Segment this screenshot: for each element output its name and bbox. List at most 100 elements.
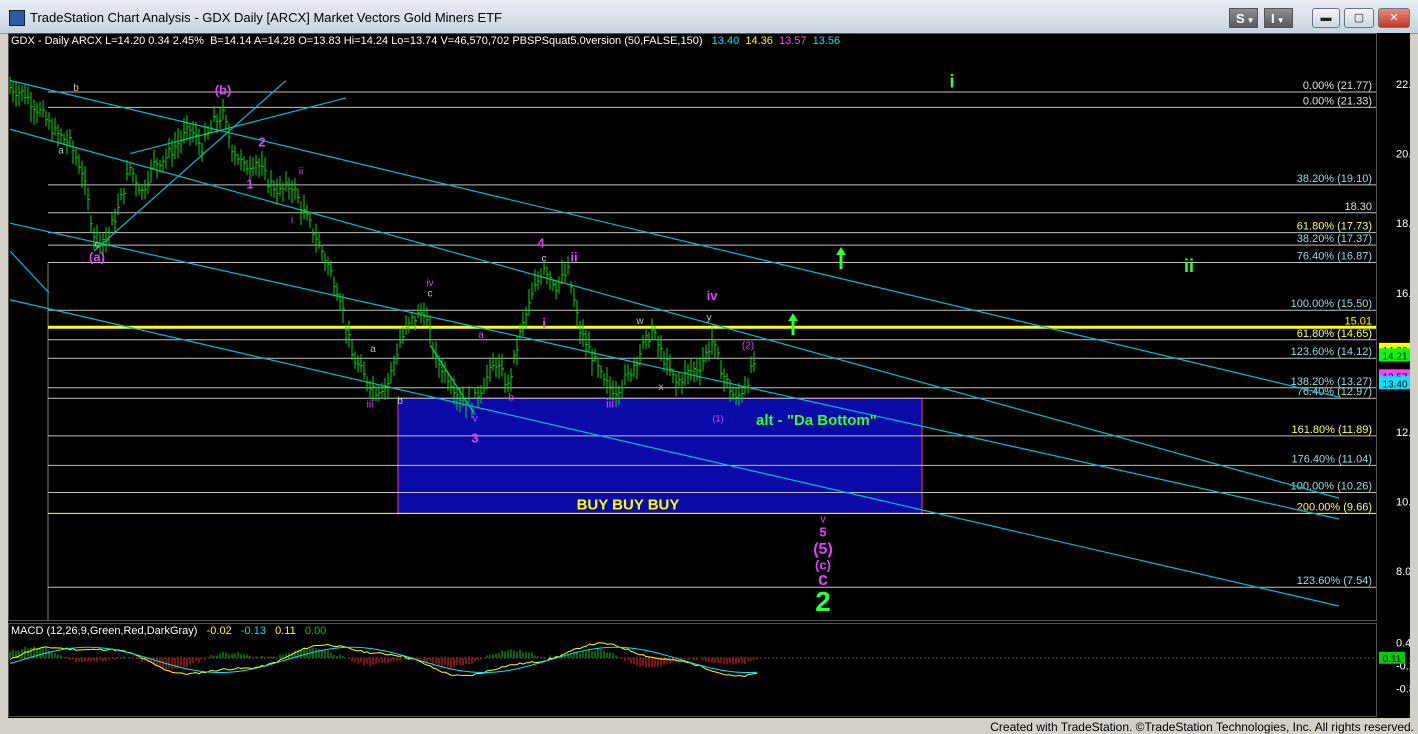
price-tag-label: 13.40 xyxy=(1382,379,1407,390)
wave-count-label: b xyxy=(397,396,403,407)
price-chart[interactable]: 0.00% (21.77) 0.00% (21.33) 38.20% (19.10)… xyxy=(8,33,1410,718)
wave-count-label: v xyxy=(473,414,478,425)
window-title: TradeStation Chart Analysis - GDX Daily … xyxy=(30,10,502,25)
wave-count-label: iii xyxy=(367,400,374,411)
trend-channel-line xyxy=(9,299,1340,607)
fib-level-label: 61.80% (17.73) xyxy=(1297,221,1372,233)
header-ind-val-2: 14.36 xyxy=(745,35,773,47)
header-bid: B=14.14 xyxy=(210,35,252,47)
wave-count-label: ii xyxy=(1184,256,1194,276)
wave-count-label: b xyxy=(73,83,79,94)
wave-count-label: 4 xyxy=(537,236,545,251)
wave-count-label: iv xyxy=(426,278,433,289)
header-last: L=14.20 xyxy=(105,35,146,47)
i-dropdown-button[interactable]: I ▼ xyxy=(1264,8,1293,28)
wave-count-label: c xyxy=(542,253,547,264)
close-button[interactable]: ✕ xyxy=(1378,8,1410,28)
price-axis-tick-label: 18.00 xyxy=(1396,218,1410,230)
up-arrow-head-icon xyxy=(788,313,798,322)
macd-val-3: 0.11 xyxy=(275,625,296,637)
fib-level-label: 38.20% (19.10) xyxy=(1297,173,1372,185)
wave-count-label: y xyxy=(707,313,712,324)
alt-bottom-label: alt - "Da Bottom" xyxy=(756,412,877,429)
fib-level-label: 123.60% (7.54) xyxy=(1297,575,1372,587)
wave-count-label: i xyxy=(949,71,954,91)
wave-count-label: i xyxy=(542,316,546,331)
macd-header: MACD (12,26,9,Green,Red,DarkGray) -0.02 … xyxy=(11,625,326,637)
wave-count-label: b xyxy=(508,393,514,404)
price-axis-tick-label: 12.00 xyxy=(1396,427,1410,439)
fib-level-label: 0.00% (21.77) xyxy=(1303,80,1372,92)
s-dropdown-button[interactable]: S ▼ xyxy=(1229,8,1258,28)
macd-line xyxy=(9,642,758,677)
fib-level-label: 0.00% (21.33) xyxy=(1303,95,1372,107)
header-lo: Lo=13.74 xyxy=(391,35,438,47)
header-ind-val-1: 13.40 xyxy=(711,35,740,47)
buy-zone-label: BUY BUY BUY xyxy=(577,496,680,513)
trend-channel-line xyxy=(9,250,50,294)
price-axis-tick-label: 10.00 xyxy=(1396,497,1410,509)
wave-count-label: w xyxy=(635,316,644,327)
header-ind-val-4: 13.56 xyxy=(812,35,841,47)
fib-level-label: 38.20% (17.37) xyxy=(1297,233,1372,245)
chart-area[interactable]: 0.00% (21.77) 0.00% (21.33) 38.20% (19.10)… xyxy=(8,33,1410,718)
wave-count-label: 2 xyxy=(815,586,831,617)
fib-level-label: 100.00% (10.26) xyxy=(1291,481,1372,493)
header-ind-val-3: 13.57 xyxy=(778,35,807,47)
fib-level-label: 123.60% (14.12) xyxy=(1291,346,1372,358)
fib-level-label: 76.40% (16.87) xyxy=(1297,251,1372,263)
price-tag-label: 14.21 xyxy=(1382,351,1407,362)
macd-val-4: 0.00 xyxy=(304,625,327,637)
header-open: O=13.83 xyxy=(298,35,341,47)
wave-count-label: 3 xyxy=(471,430,478,445)
wave-count-label: c xyxy=(428,288,433,299)
wave-count-label: (a) xyxy=(89,249,105,264)
header-symbol: GDX - Daily ARCX xyxy=(11,35,103,47)
fib-level-label: 161.80% (11.89) xyxy=(1291,424,1372,436)
wave-count-label: a xyxy=(478,330,484,341)
trend-channel-line xyxy=(9,79,1340,398)
wave-count-label: c xyxy=(95,240,100,251)
fib-level-label: 176.40% (11.04) xyxy=(1291,453,1372,465)
macd-val-1: -0.02 xyxy=(206,625,232,637)
header-indicator: PBSPSquat5.0version (50,FALSE,150) xyxy=(512,35,703,47)
maximize-button[interactable]: ▢ xyxy=(1344,8,1374,28)
close-icon: ✕ xyxy=(1389,12,1399,24)
wave-count-label: (b) xyxy=(215,82,232,97)
wave-count-label: 1 xyxy=(246,176,253,191)
wave-count-label: (1) xyxy=(713,414,724,424)
header-volume: V=46,570,702 xyxy=(440,35,510,47)
wave-count-label: i xyxy=(291,215,293,226)
header-ask: A=14.28 xyxy=(253,35,296,47)
i-dropdown-label: I xyxy=(1271,11,1275,26)
trend-channel-line xyxy=(129,97,347,155)
wave-count-label: 5 xyxy=(819,524,826,539)
up-arrow-head-icon xyxy=(836,247,846,256)
fib-level-label: 100.00% (15.50) xyxy=(1291,298,1372,310)
wave-count-label: 2 xyxy=(258,135,265,150)
minimize-icon: ▬ xyxy=(1320,12,1332,24)
minimize-button[interactable]: ▬ xyxy=(1312,8,1340,28)
chevron-down-icon: ▼ xyxy=(1246,16,1255,25)
macd-axis-tick-label: -0.80 xyxy=(1396,684,1410,696)
chevron-down-icon: ▼ xyxy=(1276,16,1285,25)
wave-count-label: a xyxy=(370,344,376,355)
fib-level-label: 15.01 xyxy=(1344,315,1372,327)
wave-count-label: ii xyxy=(570,249,577,264)
header-hi: Hi=14.24 xyxy=(343,35,389,47)
macd-val-2: -0.13 xyxy=(240,625,266,637)
macd-label: MACD (12,26,9,Green,Red,DarkGray) xyxy=(11,625,198,637)
maximize-icon: ▢ xyxy=(1353,12,1365,24)
wave-count-label: a xyxy=(58,146,64,157)
s-dropdown-label: S xyxy=(1236,11,1245,26)
header-pct: 2.45% xyxy=(172,35,204,47)
tradestation-app-icon xyxy=(9,10,25,26)
wave-count-label: x xyxy=(659,382,664,393)
fib-level-label: 18.30 xyxy=(1344,201,1372,213)
trend-channel-line xyxy=(93,80,287,252)
price-axis-tick-label: 16.00 xyxy=(1396,288,1410,300)
macd-axis-tick-label: 0.40 xyxy=(1396,638,1410,650)
price-axis-tick-label: 8.00 xyxy=(1396,566,1410,578)
wave-count-label: ii xyxy=(299,166,303,177)
header-change: 0.34 xyxy=(148,35,170,47)
